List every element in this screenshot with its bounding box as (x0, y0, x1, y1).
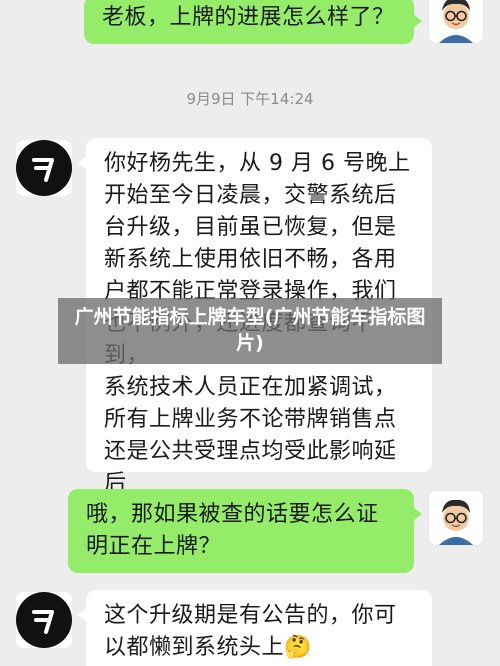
cartoon-man-with-glasses-icon (429, 0, 483, 43)
message-bubble-outgoing[interactable]: 老板，上牌的进展怎么样了？ (84, 0, 422, 44)
watermark-caption: 广州节能指标上牌车型(广州节能车指标图片) (58, 298, 442, 364)
brand-logo-icon (16, 140, 72, 196)
message-bubble-incoming[interactable]: 这个升级期是有公告的，你可 以都懒到系统头上🤔 (78, 590, 432, 666)
user-avatar[interactable] (428, 490, 484, 546)
brand-logo-icon (16, 592, 72, 648)
user-avatar[interactable] (428, 0, 484, 44)
agent-avatar[interactable] (16, 140, 72, 196)
message-bubble-outgoing[interactable]: 哦，那如果被查的话要怎么证 明正在上牌？ (68, 489, 422, 573)
timestamp: 9月9日 下午14:24 (186, 90, 314, 108)
agent-avatar[interactable] (16, 592, 72, 648)
cartoon-man-with-glasses-icon (429, 491, 483, 545)
